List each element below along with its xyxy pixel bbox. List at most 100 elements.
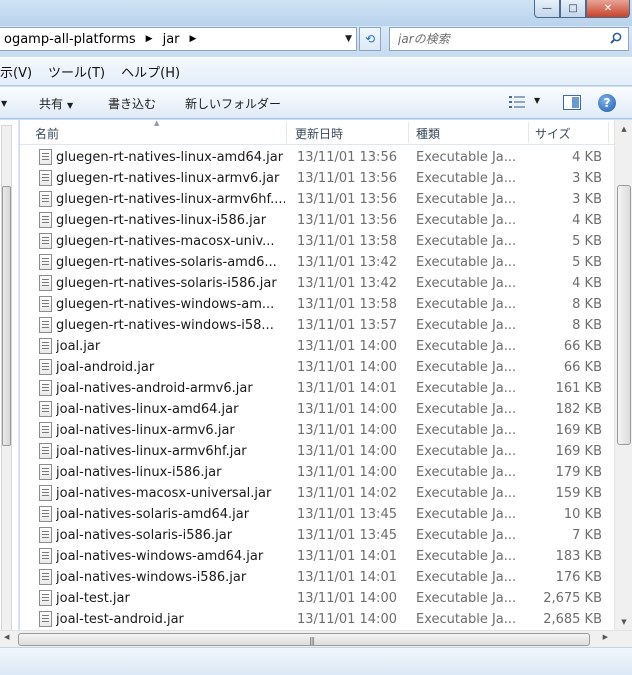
breadcrumb-chevron-icon[interactable]: ▶ (184, 34, 203, 44)
minimize-button[interactable]: — (534, 0, 560, 18)
file-date: 13/11/01 14:00 (297, 360, 397, 375)
column-divider[interactable] (286, 122, 287, 143)
file-size: 169 KB (555, 423, 602, 438)
column-header-size[interactable]: サイズ (535, 125, 571, 142)
file-date: 13/11/01 13:58 (297, 297, 397, 312)
file-name: joal-natives-windows-amd64.jar (56, 549, 264, 564)
toolbar-dropdown-icon[interactable]: ▼ (0, 95, 7, 109)
column-header-date[interactable]: 更新日時 (295, 125, 343, 142)
file-size: 2,685 KB (543, 612, 602, 627)
address-dropdown-icon[interactable]: ▼ (345, 34, 352, 44)
sort-ascending-icon: ▲ (154, 120, 160, 127)
file-type: Executable Ja... (416, 549, 517, 564)
scroll-up-icon[interactable]: ▲ (616, 120, 632, 137)
file-name: joal-android.jar (56, 360, 155, 375)
file-row[interactable]: joal-natives-android-armv6.jar 13/11/01 1… (35, 378, 614, 399)
file-row[interactable]: gluegen-rt-natives-linux-armv6.jar 13/11/… (35, 168, 614, 189)
menu-bar: 示(V) ツール(T) ヘルプ(H) (0, 57, 632, 86)
horizontal-scrollbar[interactable]: ◀ ||| ▶ (0, 630, 632, 647)
file-type: Executable Ja... (416, 318, 517, 333)
new-folder-button[interactable]: 新しいフォルダー (185, 95, 281, 112)
nav-scrollbar-thumb[interactable] (2, 186, 11, 446)
file-row[interactable]: joal-natives-linux-armv6.jar 13/11/01 14:… (35, 420, 614, 441)
scroll-down-icon[interactable]: ▼ (616, 613, 632, 630)
search-icon[interactable] (610, 32, 622, 44)
jar-file-icon (39, 296, 52, 312)
breadcrumb-current[interactable]: jar (159, 32, 184, 47)
file-row[interactable]: gluegen-rt-natives-linux-armv6hf.... 13/1… (35, 189, 614, 210)
view-options-icon[interactable] (509, 96, 525, 108)
burn-button[interactable]: 書き込む (108, 95, 156, 112)
column-divider[interactable] (608, 122, 609, 143)
menu-view[interactable]: 示(V) (0, 62, 40, 81)
file-row[interactable]: gluegen-rt-natives-linux-i586.jar 13/11/0… (35, 210, 614, 231)
breadcrumb-parent[interactable]: ogamp-all-platforms (0, 32, 140, 47)
file-type: Executable Ja... (416, 612, 517, 627)
file-row[interactable]: gluegen-rt-natives-macosx-univ... 13/11/0… (35, 231, 614, 252)
file-row[interactable]: joal-natives-solaris-i586.jar 13/11/01 13… (35, 525, 614, 546)
scroll-left-icon[interactable]: ◀ (4, 633, 9, 641)
breadcrumb-chevron-icon[interactable]: ▶ (140, 34, 159, 44)
file-row[interactable]: joal-natives-solaris-amd64.jar 13/11/01 1… (35, 504, 614, 525)
file-row[interactable]: joal-test-android.jar 13/11/01 14:00 Execu… (35, 609, 614, 630)
address-bar[interactable]: ogamp-all-platforms ▶ jar ▶ ▼ (0, 27, 357, 51)
file-type: Executable Ja... (416, 192, 517, 207)
file-row[interactable]: joal-natives-linux-armv6hf.jar 13/11/01 1… (35, 441, 614, 462)
file-row[interactable]: gluegen-rt-natives-linux-amd64.jar 13/11/… (35, 147, 614, 168)
share-button[interactable]: 共有 ▼ (39, 95, 73, 112)
file-name: joal-natives-linux-armv6.jar (56, 423, 235, 438)
maximize-button[interactable]: □ (560, 0, 586, 18)
file-row[interactable]: joal-test.jar 13/11/01 14:00 Executable Ja… (35, 588, 614, 609)
file-size: 7 KB (572, 528, 602, 543)
jar-file-icon (39, 611, 52, 627)
file-row[interactable]: joal-natives-linux-amd64.jar 13/11/01 14:… (35, 399, 614, 420)
view-dropdown-icon[interactable]: ▼ (534, 96, 540, 105)
vertical-scrollbar-thumb[interactable] (617, 185, 631, 445)
file-row[interactable]: joal-natives-linux-i586.jar 13/11/01 14:0… (35, 462, 614, 483)
file-date: 13/11/01 14:00 (297, 339, 397, 354)
file-date: 13/11/01 14:01 (297, 570, 397, 585)
file-row[interactable]: gluegen-rt-natives-windows-am... 13/11/01… (35, 294, 614, 315)
nav-scrollbar[interactable] (1, 125, 12, 643)
file-row[interactable]: joal-natives-windows-i586.jar 13/11/01 14… (35, 567, 614, 588)
file-type: Executable Ja... (416, 423, 517, 438)
file-date: 13/11/01 13:42 (297, 255, 397, 270)
help-icon[interactable]: ? (598, 94, 616, 112)
file-type: Executable Ja... (416, 465, 517, 480)
file-row[interactable]: joal-natives-windows-amd64.jar 13/11/01 1… (35, 546, 614, 567)
file-name: joal.jar (56, 339, 101, 354)
scroll-right-icon[interactable]: ▶ (603, 633, 608, 641)
file-row[interactable]: joal.jar 13/11/01 14:00 Executable Ja... 66… (35, 336, 614, 357)
column-header-type[interactable]: 種類 (416, 125, 440, 142)
refresh-icon[interactable]: ⟲ (359, 27, 381, 51)
file-row[interactable]: joal-natives-macosx-universal.jar 13/11/0… (35, 483, 614, 504)
menu-help[interactable]: ヘルプ(H) (113, 62, 188, 81)
vertical-scrollbar[interactable]: ▲ ▼ (614, 120, 632, 630)
details-pane (0, 647, 632, 675)
jar-file-icon (39, 443, 52, 459)
file-name: gluegen-rt-natives-solaris-i586.jar (56, 276, 277, 291)
jar-file-icon (39, 380, 52, 396)
file-size: 8 KB (572, 297, 602, 312)
search-input[interactable] (398, 29, 598, 49)
jar-file-icon (39, 527, 52, 543)
menu-tools[interactable]: ツール(T) (40, 62, 113, 81)
file-date: 13/11/01 14:00 (297, 591, 397, 606)
file-row[interactable]: gluegen-rt-natives-solaris-i586.jar 13/11… (35, 273, 614, 294)
file-row[interactable]: gluegen-rt-natives-windows-i58... 13/11/0… (35, 315, 614, 336)
file-type: Executable Ja... (416, 297, 517, 312)
column-divider[interactable] (528, 122, 529, 143)
close-button[interactable]: ✕ (586, 0, 630, 18)
file-name: gluegen-rt-natives-linux-amd64.jar (56, 150, 284, 165)
file-row[interactable]: gluegen-rt-natives-solaris-amd6... 13/11/… (35, 252, 614, 273)
horizontal-scrollbar-thumb[interactable]: ||| (18, 633, 590, 646)
file-row[interactable]: joal-android.jar 13/11/01 14:00 Executable… (35, 357, 614, 378)
column-header-name[interactable]: 名前 (35, 125, 59, 142)
file-size: 4 KB (572, 276, 602, 291)
file-name: joal-natives-linux-i586.jar (56, 465, 222, 480)
preview-pane-icon[interactable] (563, 95, 581, 110)
file-size: 66 KB (563, 360, 602, 375)
file-name: joal-natives-solaris-amd64.jar (56, 507, 250, 522)
file-name: gluegen-rt-natives-linux-i586.jar (56, 213, 267, 228)
column-divider[interactable] (408, 122, 409, 143)
